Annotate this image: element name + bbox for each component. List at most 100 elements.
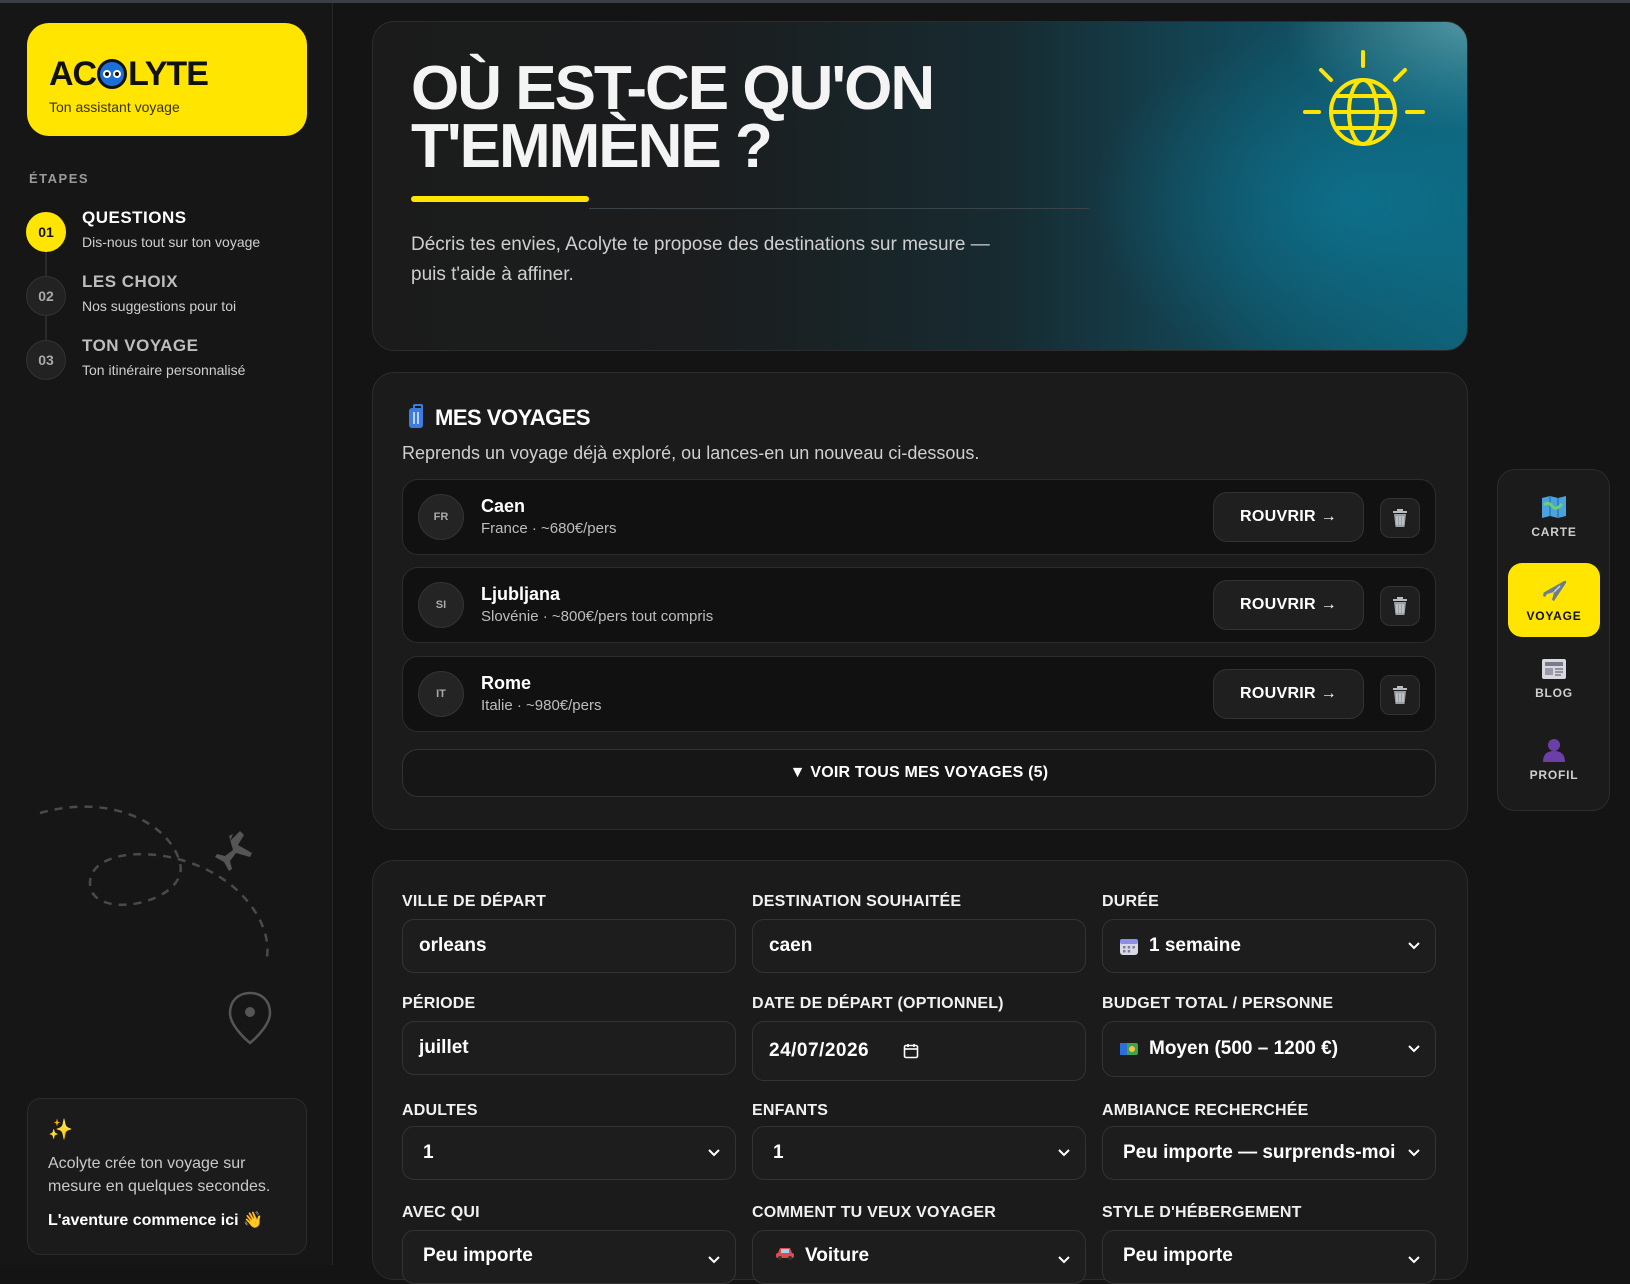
- date-input[interactable]: 24/07/2026: [752, 1021, 1086, 1081]
- step-voyage[interactable]: 03 TON VOYAGE Ton itinéraire personnalis…: [26, 336, 326, 400]
- depart-input[interactable]: orleans: [402, 919, 736, 973]
- hero-accent-bar: [411, 196, 589, 202]
- avec-qui-select[interactable]: Peu importe: [402, 1230, 736, 1284]
- chevron-down-icon: [1408, 1149, 1420, 1157]
- hebergement-value: Peu importe: [1123, 1245, 1233, 1266]
- trip-info: France · ~680€/pers: [481, 520, 617, 537]
- nav-voyage[interactable]: VOYAGE: [1508, 563, 1600, 637]
- country-badge: IT: [418, 671, 464, 717]
- duree-select[interactable]: 1 semaine: [1102, 919, 1436, 973]
- periode-input[interactable]: juillet: [402, 1021, 736, 1075]
- reopen-trip-button[interactable]: ROUVRIR →: [1213, 669, 1364, 719]
- delete-trip-button[interactable]: [1380, 675, 1420, 715]
- transport-select[interactable]: Voiture: [752, 1230, 1086, 1284]
- adultes-value: 1: [423, 1142, 434, 1163]
- hebergement-select[interactable]: Peu importe: [1102, 1230, 1436, 1284]
- my-trips-title-text: MES VOYAGES: [435, 405, 591, 430]
- luggage-icon: [409, 404, 423, 428]
- trash-icon: [1393, 597, 1407, 615]
- nav-blog[interactable]: BLOG: [1508, 642, 1600, 716]
- money-icon: [1119, 1041, 1139, 1057]
- reopen-trip-button[interactable]: ROUVRIR →: [1213, 492, 1364, 542]
- step-number: 02: [26, 276, 66, 316]
- trip-city: Ljubljana: [481, 584, 561, 604]
- trip-city: Rome: [481, 673, 532, 693]
- step-title: LES CHOIX: [82, 272, 179, 291]
- nav-label: PROFIL: [1529, 768, 1579, 782]
- step-subtitle: Ton itinéraire personnalisé: [82, 362, 246, 378]
- budget-select[interactable]: Moyen (500 – 1200 €): [1102, 1021, 1436, 1077]
- hero-title-line2: T'EMMÈNE ?: [411, 112, 773, 181]
- map-icon: [1541, 495, 1567, 519]
- sparkles-icon: ✨: [48, 1119, 73, 1141]
- periode-label: PÉRIODE: [402, 995, 476, 1012]
- step-subtitle: Nos suggestions pour toi: [82, 298, 237, 314]
- adultes-label: ADULTES: [402, 1102, 478, 1119]
- trip-item: SI Ljubljana Slovénie · ~800€/pers tout …: [402, 567, 1436, 643]
- reopen-trip-button[interactable]: ROUVRIR →: [1213, 580, 1364, 630]
- steps-heading: ÉTAPES: [29, 171, 90, 186]
- promo-cta[interactable]: L'aventure commence ici 👋: [48, 1210, 286, 1230]
- nav-carte[interactable]: CARTE: [1508, 480, 1600, 554]
- trash-icon: [1393, 686, 1407, 704]
- calendar-icon: [1119, 936, 1139, 956]
- hero-banner: OÙ EST-CE QU'ON T'EMMÈNE ? Décris tes en…: [372, 21, 1468, 351]
- periode-value: juillet: [419, 1037, 469, 1058]
- step-subtitle: Dis-nous tout sur ton voyage: [82, 234, 261, 250]
- right-nav: CARTE VOYAGE BLOG PROFIL: [1497, 469, 1610, 811]
- budget-value: Moyen (500 – 1200 €): [1149, 1038, 1339, 1059]
- delete-trip-button[interactable]: [1380, 498, 1420, 538]
- airplane-icon: [1540, 577, 1568, 603]
- newspaper-icon: [1541, 658, 1567, 680]
- step-title: TON VOYAGE: [82, 336, 199, 355]
- nav-label: VOYAGE: [1526, 609, 1582, 623]
- nav-label: CARTE: [1531, 525, 1577, 539]
- my-trips-subtitle: Reprends un voyage déjà exploré, ou lanc…: [402, 443, 980, 463]
- airplane-icon: [215, 831, 252, 871]
- trip-form: VILLE DE DÉPART orleans DESTINATION SOUH…: [372, 860, 1468, 1284]
- date-picker-icon[interactable]: [903, 1043, 919, 1059]
- my-trips-panel: MES VOYAGES Reprends un voyage déjà expl…: [372, 372, 1468, 830]
- trash-icon: [1393, 509, 1407, 527]
- enfants-select[interactable]: 1: [752, 1126, 1086, 1180]
- ambiance-label: AMBIANCE RECHERCHÉE: [1102, 1102, 1309, 1119]
- date-label: DATE DE DÉPART (OPTIONNEL): [752, 995, 1004, 1012]
- logo-card[interactable]: AC LYTE Ton assistant voyage: [27, 23, 307, 136]
- country-badge: FR: [418, 494, 464, 540]
- step-choix[interactable]: 02 LES CHOIX Nos suggestions pour toi: [26, 272, 326, 336]
- avec-qui-value: Peu importe: [423, 1245, 533, 1266]
- date-value: 24/07/2026: [769, 1040, 870, 1061]
- steps-list: 01 QUESTIONS Dis-nous tout sur ton voyag…: [26, 208, 326, 400]
- step-number: 01: [26, 212, 66, 252]
- hebergement-label: STYLE D'HÉBERGEMENT: [1102, 1204, 1302, 1221]
- chevron-down-icon: [708, 1149, 720, 1157]
- ambiance-select[interactable]: Peu importe — surprends-moi: [1102, 1126, 1436, 1180]
- logo-subtitle: Ton assistant voyage: [49, 99, 180, 115]
- see-all-trips-button[interactable]: ▼ VOIR TOUS MES VOYAGES (5): [402, 749, 1436, 797]
- flight-path-illustration: [39, 805, 272, 1045]
- transport-label: COMMENT TU VEUX VOYAGER: [752, 1204, 997, 1221]
- ambiance-value: Peu importe — surprends-moi: [1123, 1142, 1396, 1163]
- my-trips-title: MES VOYAGES: [409, 404, 591, 431]
- destination-value: caen: [769, 935, 813, 956]
- logo-title: AC LYTE: [49, 57, 307, 91]
- delete-trip-button[interactable]: [1380, 586, 1420, 626]
- destination-label: DESTINATION SOUHAITÉE: [752, 893, 962, 910]
- trip-item: IT Rome Italie · ~980€/pers ROUVRIR →: [402, 656, 1436, 732]
- logo-text-end: LYTE: [128, 55, 209, 93]
- avec-qui-label: AVEC QUI: [402, 1204, 480, 1221]
- transport-value: Voiture: [805, 1245, 870, 1266]
- duree-label: DURÉE: [1102, 893, 1160, 910]
- adultes-select[interactable]: 1: [402, 1126, 736, 1180]
- trip-item: FR Caen France · ~680€/pers ROUVRIR →: [402, 479, 1436, 555]
- chevron-down-icon: [1058, 1149, 1070, 1157]
- destination-input[interactable]: caen: [752, 919, 1086, 973]
- logo-eyes-icon: [97, 59, 128, 89]
- nav-profil[interactable]: PROFIL: [1508, 723, 1600, 797]
- trip-info: Italie · ~980€/pers: [481, 697, 602, 714]
- hero-description: Décris tes envies, Acolyte te propose de…: [411, 234, 990, 285]
- step-title: QUESTIONS: [82, 208, 187, 227]
- car-icon: [775, 1245, 795, 1261]
- step-questions[interactable]: 01 QUESTIONS Dis-nous tout sur ton voyag…: [26, 208, 326, 272]
- step-number: 03: [26, 340, 66, 380]
